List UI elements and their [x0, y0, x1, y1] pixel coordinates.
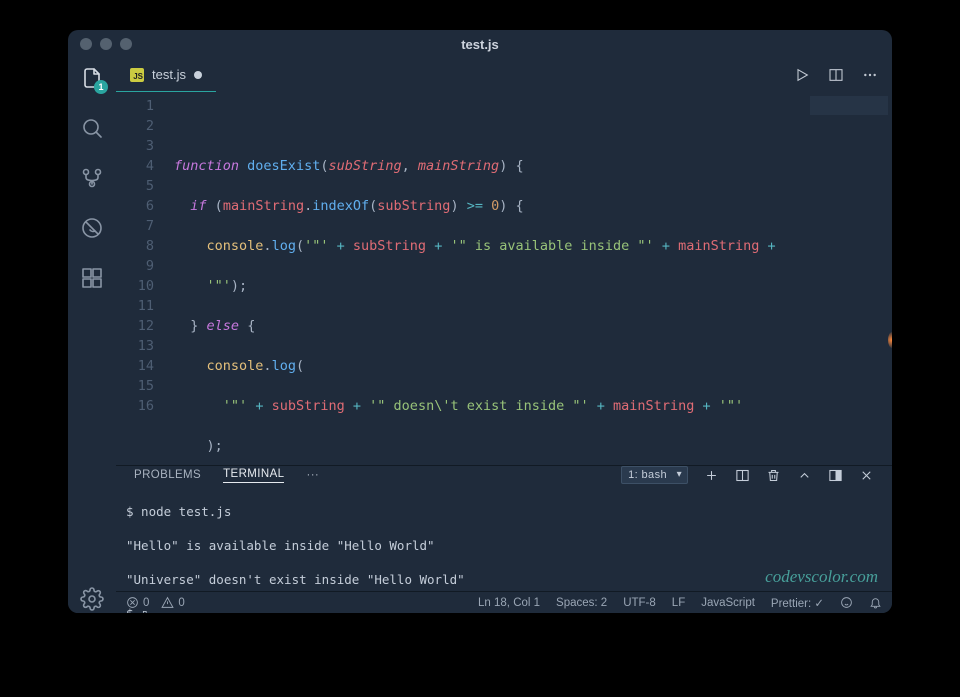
more-actions-icon[interactable] — [862, 67, 878, 83]
line-number-gutter: 12345678910111213141516 — [116, 92, 164, 465]
tab-problems[interactable]: PROBLEMS — [134, 469, 201, 481]
code-content[interactable]: function doesExist(subString, mainString… — [164, 92, 892, 465]
scroll-indicator — [888, 332, 892, 348]
editor-actions — [794, 58, 886, 92]
terminal-select[interactable]: 1: bash — [621, 466, 688, 484]
panel-maximize-icon[interactable] — [828, 468, 843, 483]
run-icon[interactable] — [794, 67, 810, 83]
debug-icon[interactable] — [78, 214, 106, 242]
terminal-line: "Hello" is available inside "Hello World… — [126, 537, 882, 554]
bottom-panel: PROBLEMS TERMINAL ··· 1: bash $ node tes… — [116, 465, 892, 591]
watermark: codevscolor.com — [765, 567, 878, 587]
tab-label: test.js — [152, 67, 186, 82]
split-editor-icon[interactable] — [828, 67, 844, 83]
tab-testjs[interactable]: JS test.js — [116, 58, 216, 92]
source-control-icon[interactable] — [78, 164, 106, 192]
settings-icon[interactable] — [78, 585, 106, 613]
titlebar[interactable]: test.js — [68, 30, 892, 58]
explorer-icon[interactable]: 1 — [78, 64, 106, 92]
minimap[interactable] — [810, 96, 888, 144]
terminal-output[interactable]: $ node test.js "Hello" is available insi… — [116, 484, 892, 613]
main-area: JS test.js 12345678910111213141516 funct… — [116, 58, 892, 613]
code-editor[interactable]: 12345678910111213141516 function doesExi… — [116, 92, 892, 465]
explorer-badge: 1 — [94, 80, 108, 94]
terminal-line: $ ▯ — [126, 605, 882, 613]
tab-dirty-dot-icon — [194, 71, 202, 79]
activity-bar: 1 — [68, 58, 116, 613]
tab-terminal[interactable]: TERMINAL — [223, 468, 284, 483]
window-title: test.js — [68, 37, 892, 52]
extensions-icon[interactable] — [78, 264, 106, 292]
window-body: 1 JS test.js — [68, 58, 892, 613]
panel-tabs: PROBLEMS TERMINAL ··· 1: bash — [116, 466, 892, 484]
terminal-line: $ node test.js — [126, 503, 882, 520]
new-terminal-icon[interactable] — [704, 468, 719, 483]
panel-more-icon[interactable]: ··· — [306, 469, 319, 481]
split-terminal-icon[interactable] — [735, 468, 750, 483]
js-file-icon: JS — [130, 68, 144, 82]
editor-window: test.js 1 — [68, 30, 892, 613]
panel-up-icon[interactable] — [797, 468, 812, 483]
editor-tabs: JS test.js — [116, 58, 892, 92]
panel-close-icon[interactable] — [859, 468, 874, 483]
kill-terminal-icon[interactable] — [766, 468, 781, 483]
search-icon[interactable] — [78, 114, 106, 142]
